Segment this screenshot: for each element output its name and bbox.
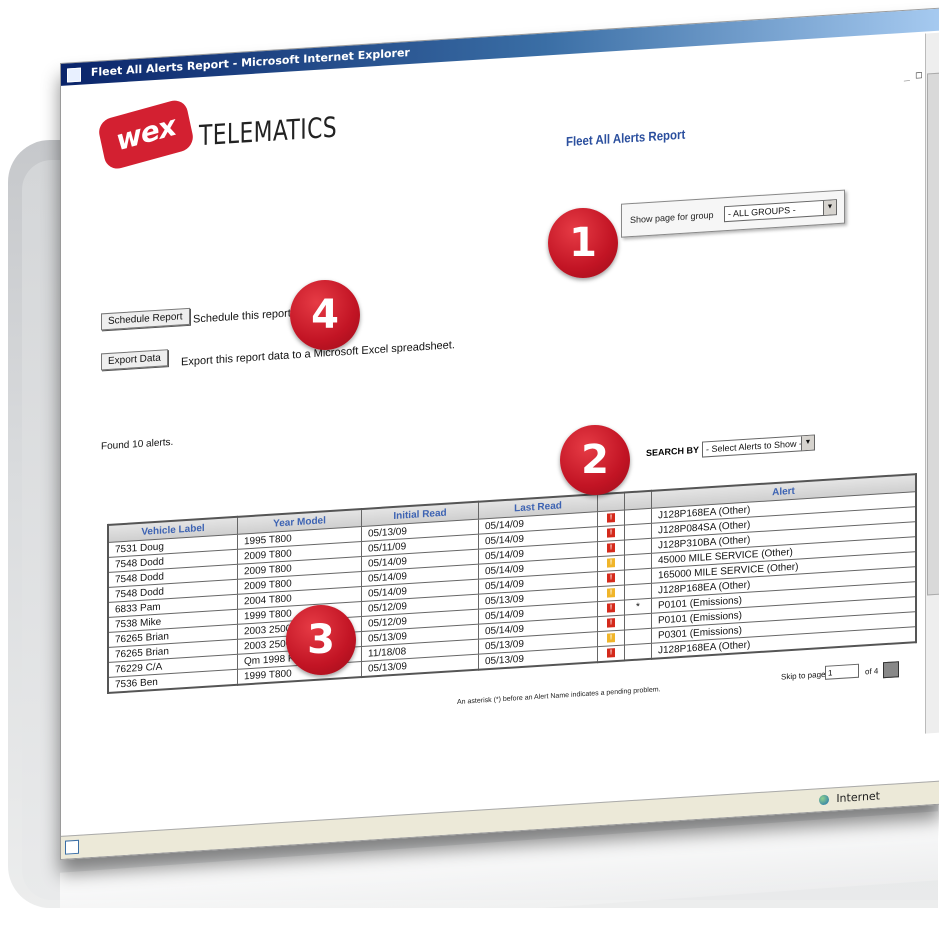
cell-severity: !: [597, 539, 625, 557]
callout-marker-1: 1: [548, 208, 618, 278]
cell-pending-marker: [624, 643, 652, 661]
alert-severity-icon[interactable]: !: [607, 558, 615, 568]
alert-severity-icon[interactable]: !: [607, 603, 615, 613]
callout-marker-3: 3: [286, 605, 356, 675]
alert-severity-icon[interactable]: !: [607, 648, 615, 658]
window-title: Fleet All Alerts Report - Microsoft Inte…: [90, 45, 410, 80]
cell-pending-marker: [624, 508, 652, 525]
page-icon: [65, 839, 79, 855]
title-bar[interactable]: Fleet All Alerts Report - Microsoft Inte…: [61, 8, 939, 86]
group-label: Show page for group: [630, 209, 714, 226]
cell-pending-marker: [624, 583, 652, 600]
alerts-table: Vehicle Label Year Model Initial Read La…: [107, 473, 917, 695]
cell-pending-marker: [624, 553, 652, 570]
alert-severity-icon[interactable]: !: [607, 543, 615, 553]
scrollbar-thumb[interactable]: [927, 72, 939, 596]
search-by-label: SEARCH BY: [646, 444, 700, 459]
cell-severity: !: [597, 644, 625, 663]
callout-marker-2: 2: [560, 425, 630, 495]
report-title: Fleet All Alerts Report: [566, 126, 686, 150]
ie-icon: [67, 67, 81, 83]
cell-pending-marker: [624, 628, 652, 645]
chevron-down-icon[interactable]: ▼: [823, 200, 836, 215]
brand-name: TELEMATICS: [199, 110, 337, 153]
globe-icon: [818, 794, 829, 806]
security-zone: Internet: [818, 789, 880, 806]
cell-pending-marker: [624, 538, 652, 555]
group-select-value: - ALL GROUPS -: [728, 204, 796, 219]
alert-severity-icon[interactable]: !: [607, 588, 615, 598]
go-page-button[interactable]: [883, 661, 899, 679]
wex-logo-badge: wex: [96, 97, 196, 172]
zone-label: Internet: [836, 789, 880, 806]
cell-severity: !: [597, 569, 625, 587]
page-count: of 4: [865, 666, 879, 677]
vertical-scrollbar[interactable]: [925, 32, 939, 734]
cell-pending-marker: *: [624, 598, 652, 615]
cell-severity: !: [597, 629, 625, 647]
browser-window: Fleet All Alerts Report - Microsoft Inte…: [60, 7, 939, 860]
schedule-description: Schedule this report.: [193, 307, 294, 326]
chevron-down-icon[interactable]: ▼: [801, 435, 814, 451]
page-number-input[interactable]: [825, 663, 859, 680]
alerts-found-count: Found 10 alerts.: [101, 436, 174, 453]
alert-severity-icon[interactable]: !: [607, 513, 615, 523]
cell-pending-marker: [624, 613, 652, 630]
alert-severity-icon[interactable]: !: [607, 573, 615, 583]
browser-window-frame: Fleet All Alerts Report - Microsoft Inte…: [60, 0, 939, 860]
cell-severity: !: [597, 509, 625, 527]
pending-footnote: An asterisk (*) before an Alert Name ind…: [457, 686, 661, 707]
cell-severity: !: [597, 584, 625, 602]
skip-to-page-label: Skip to page: [781, 669, 826, 682]
cell-severity: !: [597, 599, 625, 617]
alert-severity-icon[interactable]: !: [607, 633, 615, 643]
alert-severity-icon[interactable]: !: [607, 618, 615, 628]
group-select[interactable]: - ALL GROUPS - ▼: [724, 199, 837, 223]
alert-filter-select[interactable]: - Select Alerts to Show - ▼: [702, 434, 815, 458]
alert-severity-icon[interactable]: !: [607, 528, 615, 538]
callout-marker-4: 4: [290, 280, 360, 350]
group-selector-box: Show page for group - ALL GROUPS - ▼: [621, 189, 845, 238]
cell-severity: !: [597, 524, 625, 542]
cell-pending-marker: [624, 523, 652, 540]
alert-filter-value: - Select Alerts to Show -: [706, 438, 803, 455]
export-data-button[interactable]: Export Data: [101, 349, 168, 371]
cell-severity: !: [597, 614, 625, 632]
cell-severity: !: [597, 554, 625, 572]
cell-pending-marker: [624, 568, 652, 585]
schedule-report-button[interactable]: Schedule Report: [101, 307, 190, 331]
header-pending: [624, 490, 652, 510]
header-severity: [597, 492, 625, 512]
